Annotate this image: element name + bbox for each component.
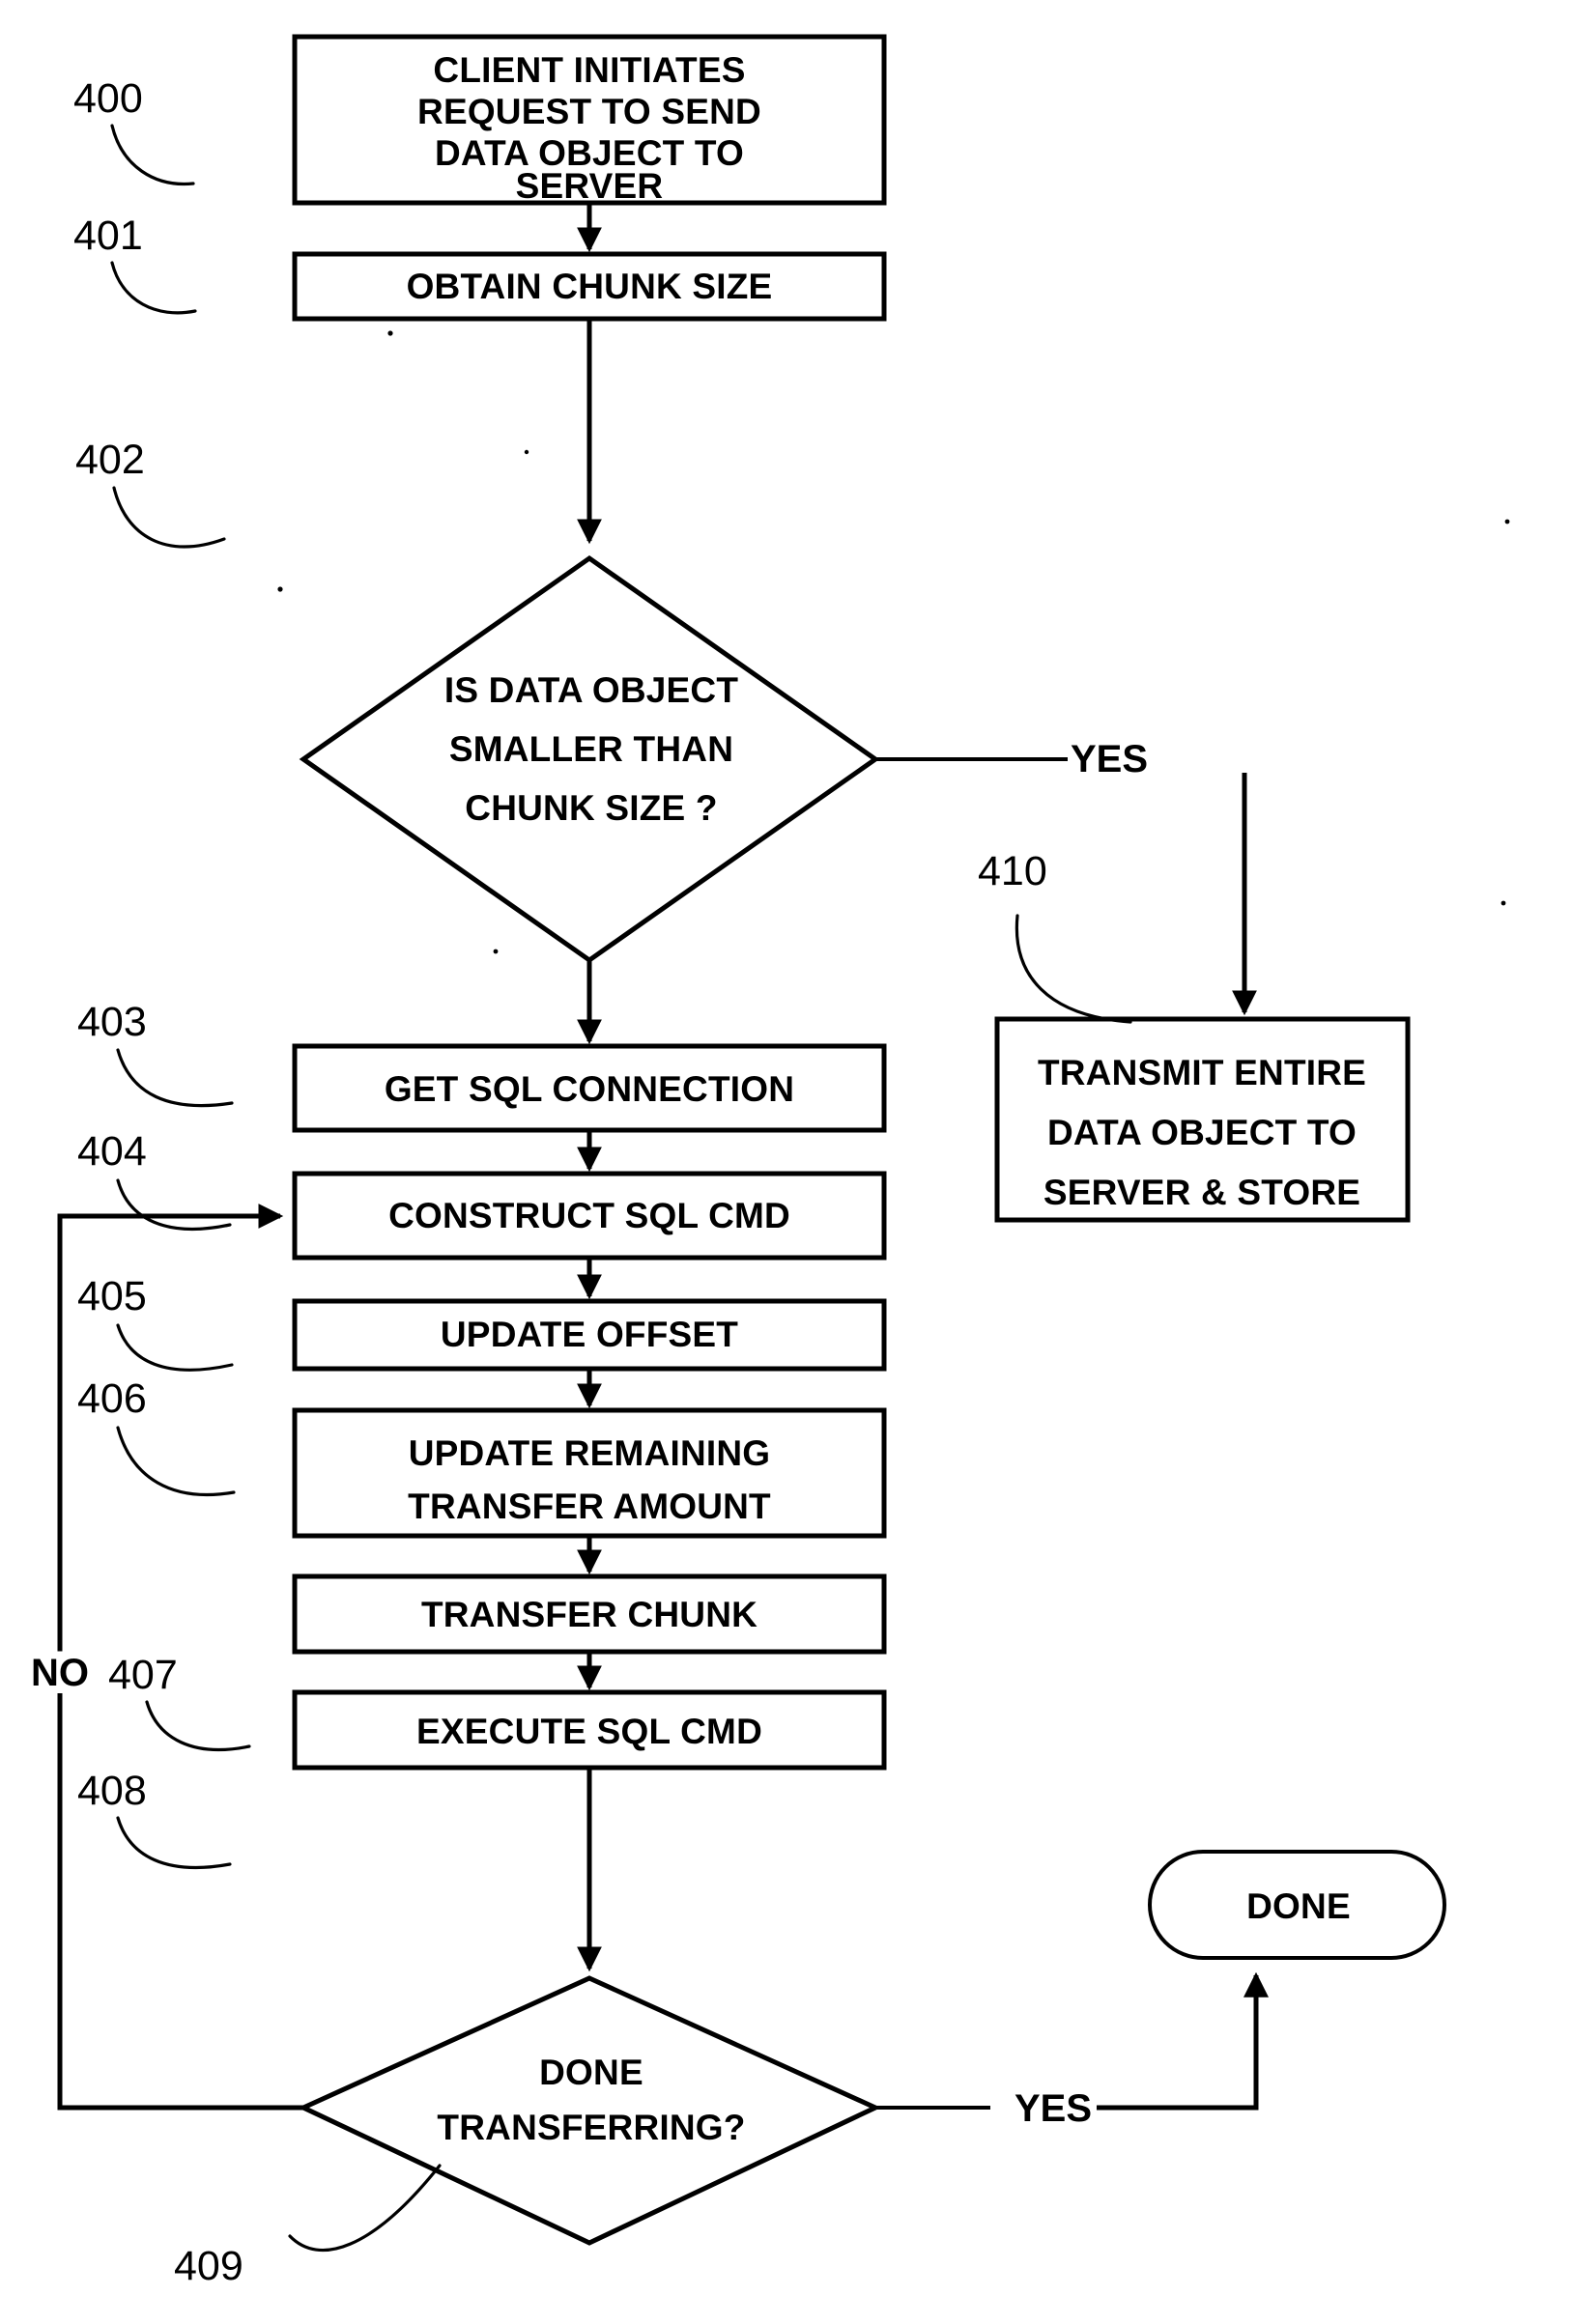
box-407-line-1: TRANSFER CHUNK	[421, 1595, 757, 1634]
box-410-line-3: SERVER & STORE	[1043, 1173, 1360, 1212]
box-400-line-2: REQUEST TO SEND	[417, 92, 761, 131]
ref-numeral-405: 405	[77, 1273, 147, 1319]
leader-line-407	[145, 1700, 251, 1751]
leader-line-405	[116, 1323, 234, 1372]
edge-label-yes-bottom: YES	[1015, 2087, 1092, 2130]
leader-line-409	[288, 2164, 442, 2253]
scan-speck	[1501, 900, 1506, 906]
scan-speck	[1504, 519, 1510, 524]
scan-speck	[524, 449, 529, 455]
diamond-402-line-2: SMALLER THAN	[449, 729, 733, 769]
node-terminator-done: DONE	[1148, 1850, 1446, 1960]
edge-label-no-left: NO	[31, 1652, 89, 1694]
ref-numeral-408: 408	[77, 1768, 147, 1814]
leader-line-400	[110, 124, 195, 186]
diamond-402-line-3: CHUNK SIZE ?	[465, 788, 717, 828]
node-410-transmit-entire-object: TRANSMIT ENTIRE DATA OBJECT TO SERVER & …	[994, 1016, 1411, 1223]
box-401-line-1: OBTAIN CHUNK SIZE	[407, 267, 773, 306]
scan-speck	[493, 949, 499, 954]
box-405-line-1: UPDATE OFFSET	[441, 1315, 738, 1354]
node-400-client-initiates-request: CLIENT INITIATES REQUEST TO SEND DATA OB…	[292, 34, 887, 206]
terminator-done-label: DONE	[1246, 1886, 1351, 1926]
box-406-line-2: TRANSFER AMOUNT	[408, 1487, 771, 1526]
node-403-get-sql-connection: GET SQL CONNECTION	[292, 1043, 887, 1133]
ref-numeral-403: 403	[77, 999, 147, 1045]
box-406-line-1: UPDATE REMAINING	[409, 1433, 771, 1473]
flowchart-canvas: CLIENT INITIATES REQUEST TO SEND DATA OB…	[23, 34, 1510, 2289]
box-400-line-1: CLIENT INITIATES	[433, 50, 745, 90]
ref-numeral-400: 400	[73, 75, 143, 122]
connector-409-yes-to-done	[1097, 1971, 1269, 2111]
node-405-update-offset: UPDATE OFFSET	[292, 1298, 887, 1372]
node-404-construct-sql-cmd: CONSTRUCT SQL CMD	[292, 1171, 887, 1261]
ref-numeral-401: 401	[73, 213, 143, 259]
node-408-execute-sql-cmd: EXECUTE SQL CMD	[292, 1689, 887, 1771]
flowchart-figure: CLIENT INITIATES REQUEST TO SEND DATA OB…	[0, 0, 1572, 2324]
leader-line-403	[116, 1048, 234, 1108]
scan-speck	[277, 586, 283, 592]
box-400-line-4: SERVER	[516, 166, 664, 206]
leader-line-408	[116, 1816, 232, 1869]
node-406-update-remaining-transfer-amount: UPDATE REMAINING TRANSFER AMOUNT	[292, 1407, 887, 1539]
leader-line-410	[1015, 914, 1132, 1024]
diamond-409-line-1: DONE	[539, 2053, 643, 2092]
ref-numeral-410: 410	[978, 848, 1047, 894]
leader-line-401	[110, 261, 197, 315]
node-407-transfer-chunk: TRANSFER CHUNK	[292, 1573, 887, 1655]
ref-numeral-407: 407	[108, 1652, 178, 1698]
ref-numeral-404: 404	[77, 1128, 147, 1175]
leader-line-402	[112, 486, 226, 549]
scan-speck	[387, 330, 393, 336]
diamond-402-line-1: IS DATA OBJECT	[444, 670, 738, 710]
diamond-409-line-2: TRANSFERRING?	[437, 2108, 745, 2147]
node-401-obtain-chunk-size: OBTAIN CHUNK SIZE	[292, 251, 887, 322]
edge-label-yes-top: YES	[1071, 738, 1148, 780]
ref-numeral-402: 402	[75, 437, 145, 483]
node-402-is-object-smaller-decision: IS DATA OBJECT SMALLER THAN CHUNK SIZE ?	[299, 554, 880, 964]
box-410-line-2: DATA OBJECT TO	[1047, 1113, 1357, 1152]
connector-409-no-feedback-to-404	[57, 1204, 303, 2111]
box-404-line-1: CONSTRUCT SQL CMD	[388, 1196, 790, 1235]
leader-line-404	[116, 1178, 232, 1232]
box-410-line-1: TRANSMIT ENTIRE	[1038, 1053, 1366, 1092]
leader-line-406	[116, 1426, 236, 1497]
box-408-line-1: EXECUTE SQL CMD	[416, 1712, 762, 1751]
box-403-line-1: GET SQL CONNECTION	[385, 1069, 794, 1109]
ref-numeral-409: 409	[174, 2243, 243, 2289]
ref-numeral-406: 406	[77, 1375, 147, 1422]
node-409-done-transferring-decision: DONE TRANSFERRING?	[298, 1975, 881, 2246]
